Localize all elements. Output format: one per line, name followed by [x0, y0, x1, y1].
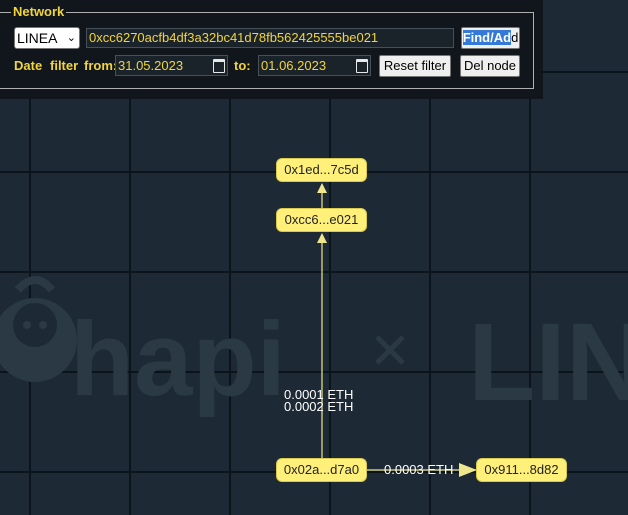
graph-node-source[interactable]: 0x02a...d7a0: [276, 458, 367, 482]
graph-node-top[interactable]: 0x1ed...7c5d: [276, 158, 367, 182]
graph-canvas[interactable]: 0x1ed...7c5d 0xcc6...e021 0x02a...d7a0 0…: [0, 0, 628, 515]
graph-node-right[interactable]: 0x911...8d82: [476, 458, 567, 482]
edge-label-vertical-2: 0.0002 ETH: [284, 399, 354, 414]
graph-edges: [317, 183, 477, 477]
graph-node-center[interactable]: 0xcc6...e021: [276, 208, 367, 232]
edge-label-horizontal: 0.0003 ETH: [384, 462, 454, 477]
